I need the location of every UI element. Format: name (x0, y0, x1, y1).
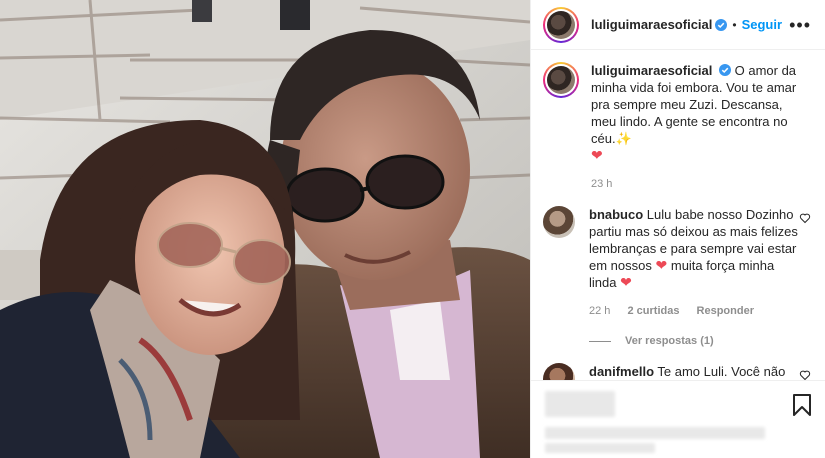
follow-button[interactable]: Seguir (742, 17, 782, 32)
comment-meta: 22 h 2 curtidas Responder (589, 305, 799, 317)
comment-text-block: bnabuco Lulu babe nosso Dozinho partiu m… (589, 206, 799, 291)
comment-time[interactable]: 22 h (589, 305, 610, 317)
replies-line (589, 340, 611, 342)
caption-time[interactable]: 23 h (591, 178, 612, 190)
separator-dot: • (732, 17, 737, 32)
comment-username[interactable]: bnabuco (589, 207, 643, 222)
comment: bnabuco Lulu babe nosso Dozinho partiu m… (543, 206, 811, 317)
view-replies-button[interactable]: Ver respostas (1) (589, 335, 811, 347)
caption-avatar[interactable] (543, 62, 579, 98)
caption-username[interactable]: luliguimaraesoficial (591, 63, 712, 78)
reply-button[interactable]: Responder (697, 305, 754, 317)
heart-outline-icon[interactable] (799, 212, 811, 224)
likes-summary-blurred (545, 427, 765, 439)
author-avatar[interactable] (543, 6, 579, 43)
post-side-panel: luliguimaraesoficial • Seguir ••• luligu… (530, 0, 825, 458)
red-heart-emoji: ❤ (620, 274, 632, 290)
post-actions-bar (531, 380, 825, 458)
red-heart-emoji: ❤ (591, 147, 603, 163)
likes-summary-blurred-2 (545, 443, 655, 453)
comment-text-block: danifmello Te amo Luli. Você não (589, 363, 799, 380)
instagram-post-modal: luliguimaraesoficial • Seguir ••• luligu… (0, 0, 825, 458)
action-icons-blurred (545, 391, 615, 417)
caption-text-block: luliguimaraesoficial O amor da minha vid… (591, 62, 801, 164)
post-header: luliguimaraesoficial • Seguir ••• (531, 0, 825, 50)
heart-outline-icon[interactable] (799, 369, 811, 380)
comments-section: luliguimaraesoficial O amor da minha vid… (531, 50, 825, 380)
sparkle-emoji: ✨ (615, 131, 632, 146)
commenter-avatar[interactable] (543, 363, 575, 380)
verified-badge-icon (719, 64, 731, 76)
comment: danifmello Te amo Luli. Você não (543, 363, 811, 380)
caption: luliguimaraesoficial O amor da minha vid… (543, 62, 811, 190)
bookmark-icon[interactable] (791, 393, 813, 417)
comment-username[interactable]: danifmello (589, 364, 654, 379)
more-options-icon[interactable]: ••• (789, 16, 811, 34)
view-replies-label: Ver respostas (1) (625, 335, 714, 347)
author-username[interactable]: luliguimaraesoficial (591, 17, 712, 32)
post-photo[interactable] (0, 0, 530, 458)
commenter-avatar[interactable] (543, 206, 575, 238)
caption-meta: 23 h (591, 178, 801, 190)
selfie-image (0, 0, 530, 458)
red-heart-emoji: ❤ (655, 257, 668, 273)
verified-badge-icon (715, 18, 728, 31)
comment-text: Te amo Luli. Você não (657, 364, 786, 379)
comment-likes[interactable]: 2 curtidas (627, 305, 679, 317)
